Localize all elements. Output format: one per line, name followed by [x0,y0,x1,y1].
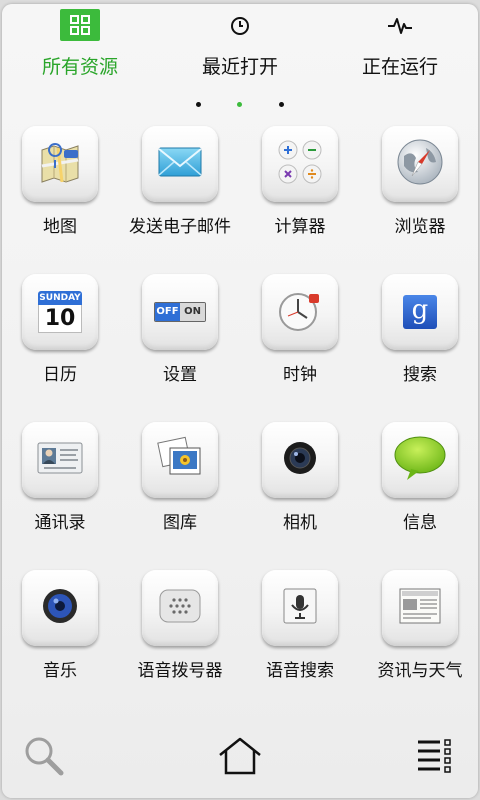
magnifier-icon [22,734,66,782]
page-dot-current[interactable] [237,102,242,107]
clock-icon [220,8,260,44]
app-browser[interactable]: 浏览器 [360,126,480,266]
app-calculator[interactable]: 计算器 [240,126,360,266]
app-camera[interactable]: 相机 [240,422,360,562]
toggle-off-label: OFF [155,303,180,321]
app-email[interactable]: 发送电子邮件 [120,126,240,266]
app-label: 时钟 [283,365,317,385]
toggle-on-label: ON [180,303,205,321]
app-label: 设置 [163,365,197,385]
app-label: 相机 [283,513,317,533]
tab-recent[interactable]: 最近打开 [160,0,320,90]
camera-icon [280,438,320,482]
app-news-weather[interactable]: 资讯与天气 [360,570,480,710]
app-search[interactable]: g 搜索 [360,274,480,414]
app-tile [262,570,338,646]
app-label: 语音搜索 [266,661,334,681]
app-tile [382,570,458,646]
app-tile: OFF ON [142,274,218,350]
tab-label: 正在运行 [361,56,438,78]
music-speaker-icon [40,586,80,630]
app-tile [262,422,338,498]
home-button[interactable] [210,728,270,788]
app-voice-search[interactable]: 语音搜索 [240,570,360,710]
app-tile [22,126,98,202]
app-tile [22,570,98,646]
calculator-icon [272,134,328,194]
app-tile: SUNDAY 10 [22,274,98,350]
settings-toggle-icon: OFF ON [154,302,206,322]
app-settings[interactable]: OFF ON 设置 [120,274,240,414]
activity-icon [380,8,420,44]
app-tile [262,126,338,202]
voice-dialer-icon [158,586,202,630]
app-contacts[interactable]: 通讯录 [0,422,120,562]
search-button[interactable] [14,728,74,788]
app-label: 图库 [163,513,197,533]
google-search-icon: g [403,295,437,329]
messaging-icon [393,435,447,485]
drawer-tab-bar: 所有资源 最近打开 正在运行 [0,0,480,90]
app-tile [22,422,98,498]
maps-icon [36,138,84,190]
app-tile: g [382,274,458,350]
app-tile [142,422,218,498]
gallery-icon [156,436,204,484]
app-maps[interactable]: 地图 [0,126,120,266]
home-icon [217,736,263,780]
calendar-day-name: SUNDAY [38,291,82,305]
app-tile [262,274,338,350]
app-label: 发送电子邮件 [129,217,231,237]
browser-compass-icon [394,136,446,192]
app-tile [382,126,458,202]
tab-label: 所有资源 [41,56,118,78]
app-label: 资讯与天气 [377,661,463,681]
app-clock[interactable]: 时钟 [240,274,360,414]
app-label: 音乐 [43,661,77,681]
grid-icon [60,9,100,41]
email-icon [156,142,204,186]
app-label: 通讯录 [34,513,86,533]
news-weather-icon [397,586,443,630]
tab-running[interactable]: 正在运行 [320,0,480,90]
app-messaging[interactable]: 信息 [360,422,480,562]
app-calendar[interactable]: SUNDAY 10 日历 [0,274,120,414]
app-label: 语音拨号器 [137,661,223,681]
tab-all-apps[interactable]: 所有资源 [0,0,160,90]
page-dot[interactable] [196,102,201,107]
calendar-icon: SUNDAY 10 [38,291,82,333]
app-tile [142,126,218,202]
calendar-day-number: 10 [38,305,82,333]
app-label: 日历 [43,365,77,385]
app-label: 浏览器 [394,217,446,237]
app-gallery[interactable]: 图库 [120,422,240,562]
list-menu-icon [416,738,456,778]
voice-search-microphone-icon [282,587,318,629]
page-indicator [0,100,480,110]
contacts-icon [36,439,84,481]
app-label: 计算器 [274,217,326,237]
clock-app-icon [276,286,324,338]
app-label: 搜索 [403,365,437,385]
app-tile [142,570,218,646]
app-label: 信息 [403,513,437,533]
app-tile [382,422,458,498]
tab-label: 最近打开 [201,56,278,78]
page-dot[interactable] [279,102,284,107]
menu-button[interactable] [406,728,466,788]
app-music[interactable]: 音乐 [0,570,120,710]
app-label: 地图 [43,217,77,237]
app-voice-dialer[interactable]: 语音拨号器 [120,570,240,710]
